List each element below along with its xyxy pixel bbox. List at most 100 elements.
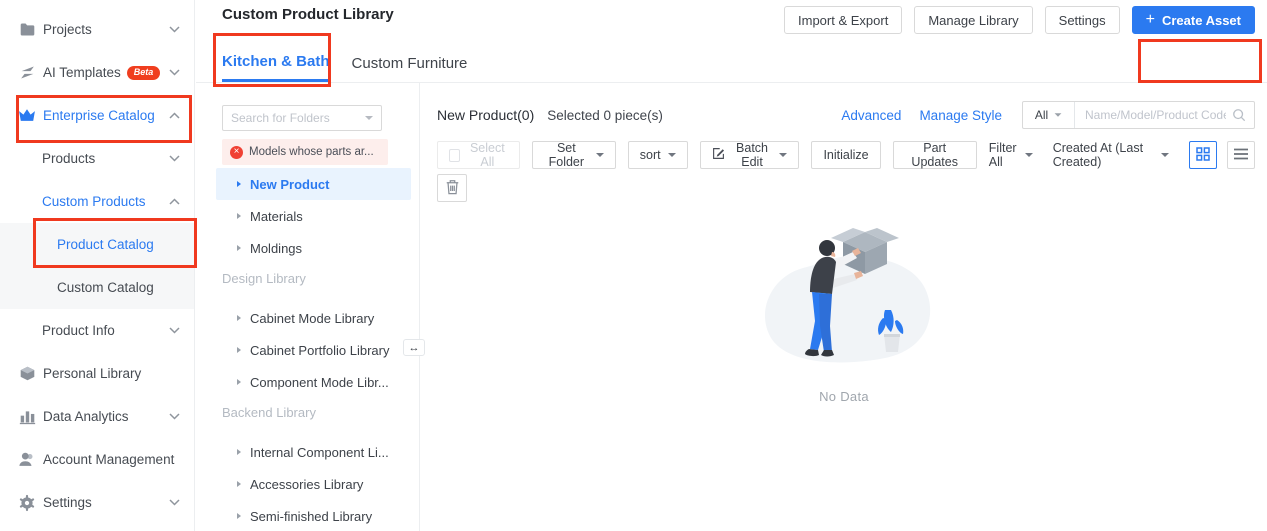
- caret-right-icon: [237, 181, 241, 187]
- sidebar: Projects AI Templates Beta Enterprise Ca…: [0, 0, 195, 531]
- folder-search-select[interactable]: [222, 105, 382, 131]
- sort-button[interactable]: sort: [628, 141, 688, 169]
- search-category-select[interactable]: All: [1023, 102, 1075, 128]
- part-updates-button[interactable]: Part Updates: [893, 141, 977, 169]
- folder-section-backend-library: Backend Library: [196, 398, 419, 426]
- no-data-illustration: [739, 214, 949, 379]
- folder-search-input[interactable]: [231, 111, 365, 125]
- sidebar-item-product-catalog[interactable]: Product Catalog: [0, 223, 194, 266]
- batch-edit-button[interactable]: Batch Edit: [700, 141, 800, 169]
- folder-item-materials[interactable]: Materials: [216, 200, 411, 232]
- chevron-down-icon: [779, 153, 787, 157]
- folder-tree: New Product Materials Moldings Design Li…: [196, 168, 419, 531]
- chevron-down-icon: [169, 155, 180, 162]
- batch-edit-label: Batch Edit: [732, 141, 773, 169]
- sidebar-item-projects[interactable]: Projects: [0, 8, 194, 51]
- folder-item-new-product[interactable]: New Product: [216, 168, 411, 200]
- list-view-button[interactable]: [1227, 141, 1255, 169]
- chevron-down-icon: [365, 116, 373, 120]
- edit-icon: [712, 147, 725, 163]
- main-content: New Product(0) Selected 0 piece(s) Advan…: [421, 83, 1267, 531]
- sidebar-item-data-analytics[interactable]: Data Analytics: [0, 395, 194, 438]
- caret-right-icon: [237, 245, 241, 251]
- search-group: All: [1022, 101, 1255, 129]
- sidebar-item-label: Enterprise Catalog: [43, 108, 155, 123]
- selection-count: Selected 0 piece(s): [547, 108, 663, 123]
- list-icon: [1234, 148, 1248, 163]
- select-all-button[interactable]: Select All: [437, 141, 520, 169]
- sidebar-item-label: Custom Products: [42, 194, 146, 209]
- chevron-up-icon: [169, 112, 180, 119]
- cube-icon: [18, 365, 36, 383]
- sidebar-item-label: Projects: [43, 22, 92, 37]
- chevron-down-icon: [1055, 113, 1062, 116]
- create-asset-button[interactable]: + Create Asset: [1132, 6, 1255, 34]
- delete-button[interactable]: [437, 174, 467, 202]
- search-icon[interactable]: [1232, 108, 1246, 122]
- folder-item-semi-finished-library[interactable]: Semi-finished Library: [216, 500, 411, 531]
- folder-alert[interactable]: × Models whose parts ar...: [222, 139, 388, 165]
- folder-label: New Product: [250, 177, 329, 192]
- initialize-label: Initialize: [823, 148, 868, 162]
- sort-order-dropdown[interactable]: Created At (Last Created): [1053, 141, 1169, 169]
- folder-item-moldings[interactable]: Moldings: [216, 232, 411, 264]
- sidebar-item-account-management[interactable]: Account Management: [0, 438, 194, 481]
- filter-dropdown[interactable]: Filter All: [989, 141, 1033, 169]
- folder-label: Cabinet Portfolio Library: [250, 343, 389, 358]
- chevron-down-icon: [169, 26, 180, 33]
- chevron-down-icon: [169, 413, 180, 420]
- search-category-value: All: [1035, 108, 1048, 122]
- sidebar-item-label: Account Management: [43, 452, 174, 467]
- no-data-label: No Data: [819, 389, 869, 404]
- select-all-checkbox[interactable]: [449, 149, 460, 162]
- tab-kitchen-bath[interactable]: Kitchen & Bath: [222, 44, 330, 82]
- caret-right-icon: [237, 315, 241, 321]
- manage-library-button[interactable]: Manage Library: [914, 6, 1032, 34]
- import-export-button[interactable]: Import & Export: [784, 6, 902, 34]
- grid-view-button[interactable]: [1189, 141, 1217, 169]
- main-header-row: New Product(0) Selected 0 piece(s) Advan…: [437, 100, 1255, 130]
- crown-icon: [18, 107, 36, 125]
- tab-custom-furniture[interactable]: Custom Furniture: [352, 44, 468, 82]
- folder-panel: × Models whose parts ar... New Product M…: [196, 83, 420, 531]
- settings-button[interactable]: Settings: [1045, 6, 1120, 34]
- main-header-right: Advanced Manage Style All: [841, 101, 1255, 129]
- folder-item-cabinet-mode-library[interactable]: Cabinet Mode Library: [216, 302, 411, 334]
- caret-right-icon: [237, 213, 241, 219]
- panel-resize-handle[interactable]: ↔: [403, 339, 425, 356]
- folder-item-component-mode-library[interactable]: Component Mode Libr...: [216, 366, 411, 398]
- sidebar-item-custom-catalog[interactable]: Custom Catalog: [0, 266, 194, 309]
- sidebar-item-label: Settings: [43, 495, 92, 510]
- sidebar-item-label: AI Templates: [43, 65, 121, 80]
- folder-item-cabinet-portfolio-library[interactable]: Cabinet Portfolio Library: [216, 334, 411, 366]
- trash-row: [437, 174, 1255, 202]
- error-icon: ×: [230, 146, 243, 159]
- sidebar-item-product-info[interactable]: Product Info: [0, 309, 194, 352]
- search-input[interactable]: [1075, 108, 1232, 122]
- folder-item-internal-component-library[interactable]: Internal Component Li...: [216, 436, 411, 468]
- sidebar-item-settings[interactable]: Settings: [0, 481, 194, 524]
- chevron-down-icon: [1025, 153, 1033, 157]
- set-folder-button[interactable]: Set Folder: [532, 141, 616, 169]
- folder-item-accessories-library[interactable]: Accessories Library: [216, 468, 411, 500]
- folder-label: Materials: [250, 209, 303, 224]
- toolbar: Select All Set Folder sort Batch Edit In…: [437, 141, 1255, 169]
- caret-right-icon: [237, 513, 241, 519]
- sidebar-item-label: Product Info: [42, 323, 115, 338]
- advanced-link[interactable]: Advanced: [841, 108, 901, 123]
- sidebar-item-custom-products[interactable]: Custom Products: [0, 180, 194, 223]
- initialize-button[interactable]: Initialize: [811, 141, 880, 169]
- manage-style-link[interactable]: Manage Style: [919, 108, 1002, 123]
- sidebar-item-label: Products: [42, 151, 95, 166]
- sidebar-item-enterprise-catalog[interactable]: Enterprise Catalog: [0, 94, 194, 137]
- user-icon: [18, 451, 36, 469]
- sidebar-item-label: Product Catalog: [57, 237, 154, 252]
- sidebar-item-products[interactable]: Products: [0, 137, 194, 180]
- sidebar-item-ai-templates[interactable]: AI Templates Beta: [0, 51, 194, 94]
- plus-icon: +: [1146, 12, 1155, 28]
- ai-templates-icon: [18, 64, 36, 82]
- sort-label: sort: [640, 148, 661, 162]
- caret-right-icon: [237, 347, 241, 353]
- chevron-down-icon: [169, 499, 180, 506]
- sidebar-item-personal-library[interactable]: Personal Library: [0, 352, 194, 395]
